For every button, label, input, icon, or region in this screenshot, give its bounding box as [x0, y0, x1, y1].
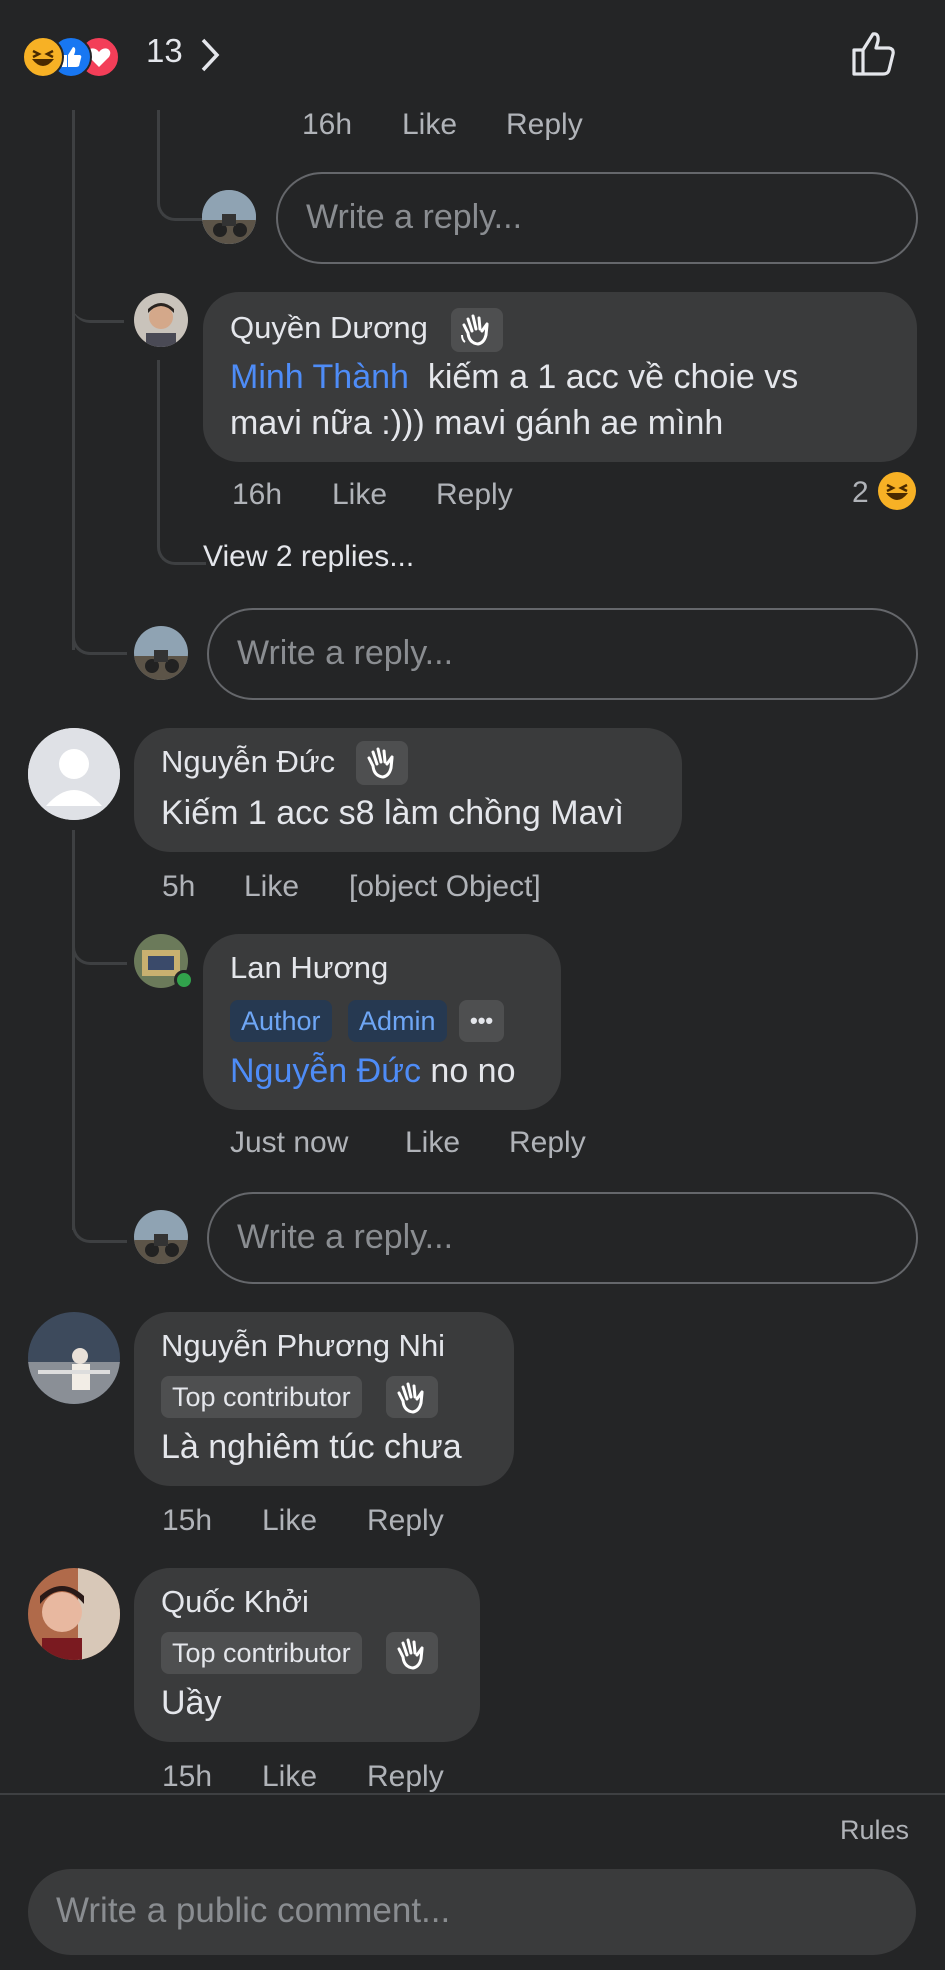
comment-bubble: Quyền Dương Minh Thành kiếm a 1 acc về c…	[203, 292, 917, 462]
thumbs-up-outline-icon[interactable]	[850, 28, 898, 78]
waving-hand-icon	[386, 1632, 438, 1674]
comment-bubble: Nguyễn Đức Kiếm 1 acc s8 làm chồng Mavì	[134, 728, 682, 852]
author-badge: Author	[230, 1000, 332, 1042]
thread-connector	[72, 900, 127, 965]
avatar[interactable]	[28, 1312, 120, 1404]
comment-text: Kiếm 1 acc s8 làm chồng Mavì	[161, 794, 624, 832]
laugh-reaction-icon[interactable]	[22, 36, 64, 78]
like-button[interactable]: Like	[405, 1126, 460, 1160]
admin-badge: Admin	[348, 1000, 447, 1042]
public-comment-input[interactable]: Write a public comment...	[28, 1869, 916, 1955]
reply-button[interactable]: Reply	[506, 108, 583, 142]
like-button[interactable]: Like	[402, 108, 457, 142]
top-contributor-badge: Top contributor	[161, 1376, 362, 1418]
comment-text: Là nghiêm túc chưa	[161, 1428, 462, 1466]
top-contributor-badge: Top contributor	[161, 1632, 362, 1674]
reactions-header: 13	[0, 0, 945, 110]
mention-link[interactable]: Minh Thành	[230, 358, 409, 396]
comment-time: 16h	[302, 108, 353, 141]
avatar[interactable]	[28, 1568, 120, 1660]
reply-button[interactable]: Reply	[367, 1760, 444, 1794]
comment-text: no no	[430, 1052, 516, 1090]
laugh-reaction-icon[interactable]	[878, 472, 916, 510]
thread-connector	[72, 1170, 127, 1243]
reply-bubble: Lan Hương Author Admin ••• Nguyễn Đức no…	[203, 934, 561, 1110]
waving-hand-icon	[386, 1376, 438, 1418]
like-button[interactable]: Like	[262, 1760, 317, 1794]
comment-text: Uầy	[161, 1684, 222, 1722]
commenter-name[interactable]: Nguyễn Phương Nhi	[161, 1328, 445, 1364]
reply-button[interactable]: Reply	[367, 1504, 444, 1538]
reply-input-placeholder: Write a reply...	[237, 634, 454, 672]
avatar[interactable]	[134, 1210, 188, 1264]
more-options-button[interactable]: •••	[459, 1000, 505, 1042]
comment-time: 15h	[162, 1504, 213, 1537]
reply-input[interactable]: Write a reply...	[276, 172, 918, 264]
commenter-name[interactable]: Nguyễn Đức	[161, 744, 335, 780]
reply-button[interactable]: [object Object]	[349, 870, 541, 904]
reply-button[interactable]: Reply	[509, 1126, 586, 1160]
comment-text: kiếm a 1 acc về choie vs	[427, 358, 799, 396]
reply-button[interactable]: Reply	[436, 478, 513, 512]
avatar[interactable]	[28, 728, 120, 820]
comment-text-line: mavi nữa :))) mavi gánh ae mình	[230, 404, 724, 442]
public-comment-placeholder: Write a public comment...	[56, 1891, 451, 1930]
waving-hand-icon	[451, 308, 503, 352]
like-button[interactable]: Like	[244, 870, 299, 904]
comment-time: 5h	[162, 870, 196, 903]
waving-hand-icon	[356, 741, 408, 785]
thread-connector	[157, 110, 210, 221]
avatar[interactable]	[134, 626, 188, 680]
like-button[interactable]: Like	[332, 478, 387, 512]
commenter-name[interactable]: Quyền Dương	[230, 310, 428, 346]
rules-link[interactable]: Rules	[840, 1815, 909, 1846]
commenter-name[interactable]: Quốc Khởi	[161, 1584, 309, 1620]
comment-time: Just now	[230, 1126, 349, 1159]
comment-text-line: Minh Thành kiếm a 1 acc về choie vs	[230, 354, 798, 401]
like-button[interactable]: Like	[262, 1504, 317, 1538]
comment-reaction-count[interactable]: 2	[852, 476, 869, 510]
online-status-dot	[174, 970, 194, 990]
comment-bubble: Quốc Khởi Top contributor Uầy	[134, 1568, 480, 1742]
reaction-count[interactable]: 13	[146, 32, 183, 70]
avatar[interactable]	[134, 293, 188, 347]
avatar[interactable]	[202, 190, 256, 244]
reply-input-placeholder: Write a reply...	[306, 198, 523, 236]
chevron-right-icon[interactable]	[198, 36, 222, 74]
comment-text-line: Nguyễn Đức no no	[230, 1048, 516, 1095]
comment-composer-footer: Rules Write a public comment...	[0, 1793, 945, 1970]
view-replies-link[interactable]: View 2 replies...	[203, 540, 414, 574]
commenter-name[interactable]: Lan Hương	[230, 950, 388, 986]
thread-connector	[72, 560, 127, 655]
comment-bubble: Nguyễn Phương Nhi Top contributor Là ngh…	[134, 1312, 514, 1486]
reply-input-placeholder: Write a reply...	[237, 1218, 454, 1256]
comment-time: 16h	[232, 478, 283, 511]
reply-input[interactable]: Write a reply...	[207, 608, 918, 700]
comment-time: 15h	[162, 1760, 213, 1793]
reply-input[interactable]: Write a reply...	[207, 1192, 918, 1284]
thread-connector	[72, 110, 124, 323]
thread-connector	[157, 360, 206, 565]
mention-link[interactable]: Nguyễn Đức	[230, 1052, 421, 1090]
